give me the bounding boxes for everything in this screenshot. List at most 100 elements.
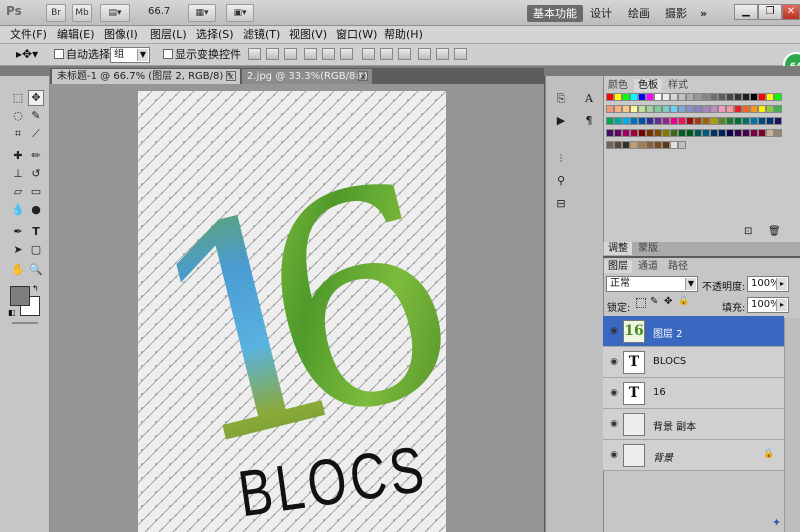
color-swatch[interactable] — [702, 117, 710, 125]
color-swatch[interactable] — [726, 105, 734, 113]
color-swatch[interactable] — [742, 129, 750, 137]
color-swatch[interactable] — [638, 105, 646, 113]
workspace-design[interactable]: 设计 — [590, 5, 612, 22]
color-swatch[interactable] — [742, 117, 750, 125]
color-swatch[interactable] — [638, 93, 646, 101]
clone-source-icon[interactable]: ⚲ — [552, 172, 570, 190]
color-swatch[interactable] — [646, 141, 654, 149]
color-swatch[interactable] — [654, 93, 662, 101]
type-tool-icon[interactable]: T — [28, 224, 44, 240]
color-swatch[interactable] — [662, 105, 670, 113]
color-swatch[interactable] — [622, 117, 630, 125]
color-swatch[interactable] — [654, 141, 662, 149]
color-swatch[interactable] — [710, 105, 718, 113]
color-swatch[interactable] — [734, 105, 742, 113]
pen-tool-icon[interactable]: ✒ — [10, 224, 26, 240]
default-colors-icon[interactable]: ◧ — [8, 308, 16, 317]
eye-icon[interactable]: ◉ — [608, 357, 620, 367]
color-swatch[interactable] — [734, 93, 742, 101]
distribute-hcenter-icon[interactable] — [436, 48, 449, 60]
color-swatch[interactable] — [646, 93, 654, 101]
tab-adjustments[interactable]: 调整 — [604, 242, 632, 255]
color-swatch[interactable] — [614, 129, 622, 137]
show-transform-checkbox[interactable] — [163, 49, 173, 59]
move-tool-icon[interactable]: ✥ — [28, 90, 44, 106]
color-swatch[interactable] — [670, 93, 678, 101]
menu-layer[interactable]: 图层(L) — [150, 26, 187, 44]
menu-file[interactable]: 文件(F) — [10, 26, 47, 44]
layer-row[interactable]: ◉ 背景 副本 — [603, 409, 784, 440]
color-swatch[interactable] — [726, 129, 734, 137]
color-swatch[interactable] — [694, 105, 702, 113]
color-swatch[interactable] — [606, 117, 614, 125]
tab-untitled[interactable]: 未标题-1 @ 66.7% (图层 2, RGB/8) * x — [52, 69, 240, 85]
color-swatch[interactable] — [630, 93, 638, 101]
color-swatch[interactable] — [774, 129, 782, 137]
character-panel-icon[interactable]: A — [580, 90, 598, 108]
opacity-input[interactable]: 100% ▸ — [747, 276, 789, 292]
color-swatch[interactable] — [710, 117, 718, 125]
more-workspaces-icon[interactable]: » — [700, 5, 707, 22]
color-swatch[interactable] — [678, 105, 686, 113]
color-swatch[interactable] — [662, 117, 670, 125]
fill-input[interactable]: 100% ▸ — [747, 297, 789, 313]
brush-tool-icon[interactable]: ✏ — [28, 148, 44, 164]
color-swatch[interactable] — [750, 105, 758, 113]
menu-window[interactable]: 窗口(W) — [336, 26, 377, 44]
color-swatch[interactable] — [774, 117, 782, 125]
layer-row[interactable]: ◉ 背景 🔒 — [603, 440, 784, 471]
lock-all-icon[interactable]: 🔒 — [678, 296, 689, 306]
healing-brush-icon[interactable]: ✚ — [10, 148, 26, 164]
color-swatch[interactable] — [686, 93, 694, 101]
color-swatch[interactable] — [614, 117, 622, 125]
color-swatch[interactable] — [630, 105, 638, 113]
color-swatch[interactable] — [702, 93, 710, 101]
view-extras-button[interactable]: ▤▾ — [100, 4, 130, 22]
color-swatch[interactable] — [646, 129, 654, 137]
color-swatch[interactable] — [638, 141, 646, 149]
mini-bridge-button[interactable]: Mb — [72, 4, 92, 22]
color-swatch[interactable] — [638, 129, 646, 137]
eye-icon[interactable]: ◉ — [608, 388, 620, 398]
history-brush-icon[interactable]: ↺ — [28, 166, 44, 182]
tab-channels[interactable]: 通道 — [634, 260, 662, 273]
color-swatch[interactable] — [710, 93, 718, 101]
swap-colors-icon[interactable]: ↰ — [32, 284, 39, 293]
layers-scrollbar[interactable] — [784, 318, 800, 532]
eye-icon[interactable]: ◉ — [608, 326, 620, 336]
menu-image[interactable]: 图像(I) — [104, 26, 138, 44]
tab-layers[interactable]: 图层 — [604, 260, 632, 273]
align-hcenter-icon[interactable] — [322, 48, 335, 60]
distribute-left-icon[interactable] — [418, 48, 431, 60]
workspace-essentials[interactable]: 基本功能 — [527, 5, 583, 22]
distribute-vcenter-icon[interactable] — [380, 48, 393, 60]
color-swatch[interactable] — [614, 105, 622, 113]
workspace-photography[interactable]: 摄影 — [665, 5, 687, 22]
path-select-icon[interactable]: ➤ — [10, 242, 26, 258]
color-swatch[interactable] — [622, 93, 630, 101]
color-swatch[interactable] — [630, 141, 638, 149]
distribute-right-icon[interactable] — [454, 48, 467, 60]
menu-select[interactable]: 选择(S) — [196, 26, 234, 44]
actions-panel-icon[interactable]: ▶ — [552, 112, 570, 130]
shape-tool-icon[interactable]: ▢ — [28, 242, 44, 258]
color-swatch[interactable] — [614, 141, 622, 149]
color-swatch[interactable] — [758, 117, 766, 125]
color-swatch[interactable] — [686, 117, 694, 125]
history-panel-icon[interactable]: ⎘ — [552, 90, 570, 108]
screen-mode-button[interactable]: ▣▾ — [226, 4, 254, 22]
arrange-documents-button[interactable]: ▦▾ — [188, 4, 216, 22]
color-swatch[interactable] — [766, 117, 774, 125]
color-swatch[interactable] — [694, 93, 702, 101]
color-swatch[interactable] — [702, 105, 710, 113]
close-icon[interactable]: x — [358, 71, 368, 81]
foreground-color-swatch[interactable] — [10, 286, 30, 306]
color-swatch[interactable] — [750, 117, 758, 125]
paragraph-panel-icon[interactable]: ¶ — [580, 112, 598, 130]
tab-color[interactable]: 颜色 — [604, 79, 632, 92]
lock-position-icon[interactable]: ✥ — [664, 296, 672, 307]
menu-filter[interactable]: 滤镜(T) — [243, 26, 280, 44]
gradient-tool-icon[interactable]: ▭ — [28, 184, 44, 200]
color-swatch[interactable] — [654, 129, 662, 137]
crop-tool-icon[interactable]: ⌗ — [10, 126, 26, 142]
